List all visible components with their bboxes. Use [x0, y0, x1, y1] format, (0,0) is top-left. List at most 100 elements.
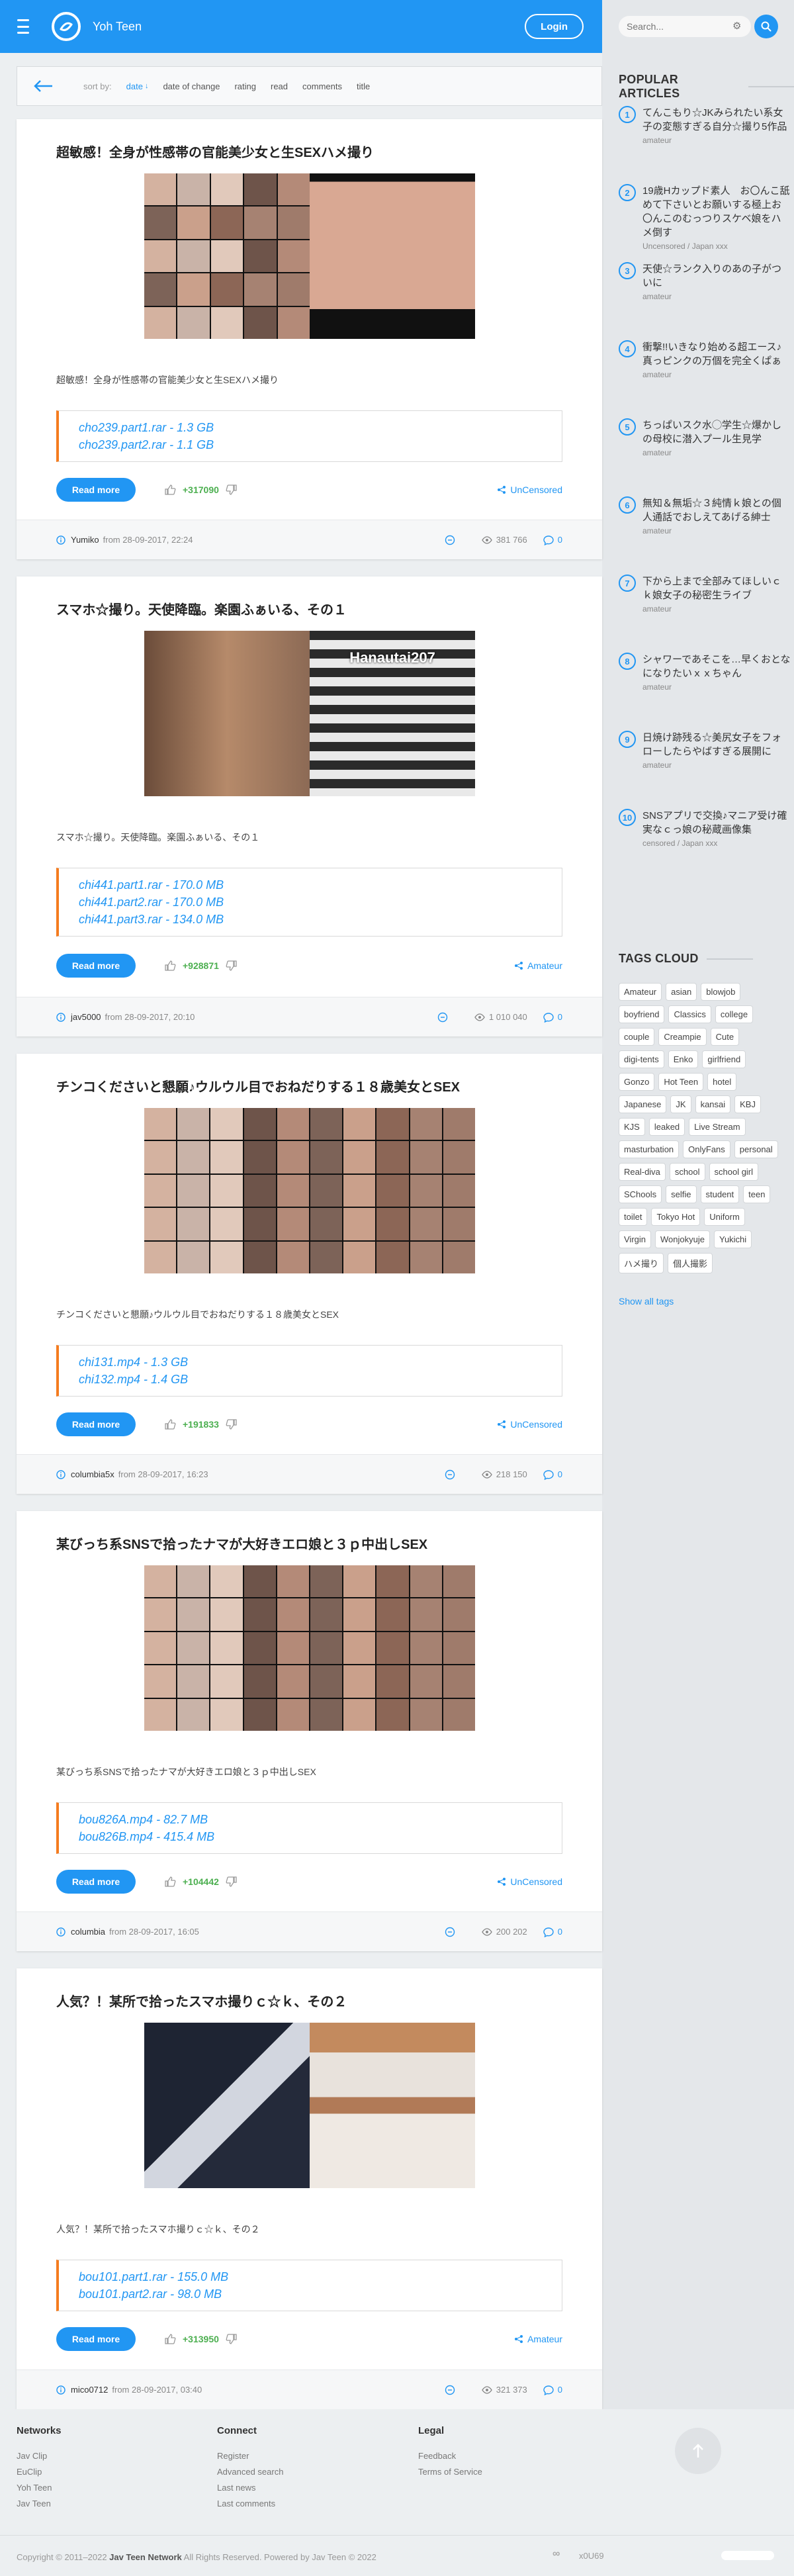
footer-link[interactable]: Yoh Teen	[17, 2480, 62, 2496]
footer-link[interactable]: Register	[217, 2448, 283, 2464]
popular-article-category[interactable]: amateur	[642, 526, 791, 535]
popular-article-title[interactable]: 天使☆ランク入りのあの子がついに	[642, 262, 791, 290]
popular-article-title[interactable]: 日焼け跡残る☆美尻女子をフォローしたらやばすぎる展開に	[642, 731, 791, 759]
popular-article-item[interactable]: 3 天使☆ランク入りのあの子がついに amateur	[619, 262, 791, 340]
thumbs-down-icon[interactable]	[226, 960, 238, 972]
read-more-button[interactable]: Read more	[56, 2327, 136, 2351]
sort-read[interactable]: read	[271, 81, 288, 91]
file-link[interactable]: chi131.mp4 - 1.3 GB	[79, 1354, 542, 1371]
footer-link[interactable]: Last news	[217, 2480, 283, 2496]
author-link[interactable]: mico0712	[71, 2385, 108, 2395]
sort-title[interactable]: title	[357, 81, 370, 91]
thumbs-up-icon[interactable]	[164, 960, 176, 972]
tag-chip[interactable]: KJS	[619, 1118, 645, 1136]
popular-article-item[interactable]: 4 衝撃!!いきなり始める超エース♪真っピンクの万個を完全くぱぁ amateur	[619, 340, 791, 418]
tag-chip[interactable]: OnlyFans	[683, 1140, 730, 1158]
thumbs-down-icon[interactable]	[226, 484, 238, 496]
footer-link[interactable]: Feedback	[418, 2448, 482, 2464]
minus-circle-icon[interactable]	[437, 1012, 448, 1023]
article-title[interactable]: スマホ☆撮り。天使降臨。楽園ふぁいる、その１	[56, 599, 347, 618]
popular-article-item[interactable]: 1 てんこもり☆JKみられたい系女子の変態すぎる自分☆撮り5作品 amateur	[619, 106, 791, 184]
article-image[interactable]	[144, 2023, 475, 2188]
popular-article-title[interactable]: 衝撃!!いきなり始める超エース♪真っピンクの万個を完全くぱぁ	[642, 340, 791, 368]
sort-rating[interactable]: rating	[234, 81, 256, 91]
sort-comments[interactable]: comments	[302, 81, 342, 91]
article-title[interactable]: 人気？！某所で拾ったスマホ撮りｃ☆ｋ、その２	[56, 1991, 347, 2010]
popular-article-title[interactable]: 下から上まで全部みてほしいｃｋ娘女子の秘密生ライブ	[642, 575, 791, 602]
tag-chip[interactable]: school girl	[709, 1163, 759, 1181]
popular-article-title[interactable]: 無知＆無垢☆３純情ｋ娘との個人通話でおしえてあげる紳士	[642, 496, 791, 524]
tag-chip[interactable]: teen	[743, 1185, 771, 1203]
popular-article-item[interactable]: 6 無知＆無垢☆３純情ｋ娘との個人通話でおしえてあげる紳士 amateur	[619, 496, 791, 575]
tag-chip[interactable]: Amateur	[619, 983, 662, 1001]
tag-chip[interactable]: blowjob	[701, 983, 741, 1001]
file-link[interactable]: chi441.part3.rar - 134.0 MB	[79, 911, 542, 928]
popular-article-category[interactable]: censored / Japan xxx	[642, 839, 791, 848]
thumbs-down-icon[interactable]	[226, 2333, 238, 2345]
tag-chip[interactable]: KBJ	[734, 1095, 761, 1113]
popular-article-item[interactable]: 7 下から上まで全部みてほしいｃｋ娘女子の秘密生ライブ amateur	[619, 575, 791, 653]
comment-icon[interactable]	[543, 2385, 554, 2395]
tag-chip[interactable]: Virgin	[619, 1230, 652, 1248]
article-title[interactable]: チンコくださいと懇願♪ウルウル目でおねだりする１８歳美女とSEX	[56, 1076, 460, 1095]
article-category-link[interactable]: UnCensored	[497, 1870, 562, 1894]
sort-direction-icon[interactable]: ↓	[145, 82, 149, 90]
minus-circle-icon[interactable]	[445, 1469, 455, 1480]
comment-count[interactable]: 0	[558, 1012, 562, 1022]
comment-icon[interactable]	[543, 1469, 554, 1480]
tag-chip[interactable]: Live Stream	[689, 1118, 746, 1136]
footer-link[interactable]: Jav Clip	[17, 2448, 62, 2464]
author-link[interactable]: jav5000	[71, 1012, 101, 1022]
popular-article-item[interactable]: 9 日焼け跡残る☆美尻女子をフォローしたらやばすぎる展開に amateur	[619, 731, 791, 809]
popular-article-title[interactable]: 19歳Hカップド素人 お〇んこ舐めて下さいとお願いする極上お〇んこのむっつりスケ…	[642, 184, 791, 240]
tag-chip[interactable]: Classics	[668, 1005, 711, 1023]
tag-chip[interactable]: digi-tents	[619, 1050, 664, 1068]
article-category-link[interactable]: Amateur	[514, 2327, 562, 2351]
popular-article-category[interactable]: amateur	[642, 136, 791, 145]
tag-chip[interactable]: personal	[734, 1140, 778, 1158]
tag-chip[interactable]: Real-diva	[619, 1163, 666, 1181]
comment-icon[interactable]	[543, 535, 554, 545]
tag-chip[interactable]: girlfriend	[702, 1050, 746, 1068]
comment-icon[interactable]	[543, 1012, 554, 1023]
minus-circle-icon[interactable]	[445, 1927, 455, 1937]
tag-chip[interactable]: Uniform	[704, 1208, 745, 1226]
popular-article-category[interactable]: amateur	[642, 682, 791, 692]
footer-link[interactable]: Terms of Service	[418, 2464, 482, 2480]
comment-count[interactable]: 0	[558, 1469, 562, 1479]
popular-article-item[interactable]: 2 19歳Hカップド素人 お〇んこ舐めて下さいとお願いする極上お〇んこのむっつりス…	[619, 184, 791, 262]
tag-chip[interactable]: student	[700, 1185, 740, 1203]
popular-article-category[interactable]: amateur	[642, 760, 791, 770]
tag-chip[interactable]: Yukichi	[713, 1230, 752, 1248]
article-category-link[interactable]: UnCensored	[497, 478, 562, 502]
read-more-button[interactable]: Read more	[56, 954, 136, 978]
author-link[interactable]: Yumiko	[71, 535, 99, 545]
popular-article-title[interactable]: SNSアプリで交換♪マニア受け確実なｃっ娘の秘蔵画像集	[642, 809, 791, 837]
scroll-to-top-button[interactable]	[675, 2428, 721, 2474]
popular-article-category[interactable]: amateur	[642, 292, 791, 301]
comment-count[interactable]: 0	[558, 535, 562, 545]
show-all-tags-link[interactable]: Show all tags	[619, 1296, 674, 1307]
popular-article-category[interactable]: amateur	[642, 448, 791, 457]
site-logo-icon[interactable]	[52, 12, 81, 41]
thumbs-down-icon[interactable]	[226, 1418, 238, 1430]
file-link[interactable]: bou101.part2.rar - 98.0 MB	[79, 2285, 542, 2303]
menu-icon[interactable]	[17, 19, 36, 34]
popular-article-category[interactable]: Uncensored / Japan xxx	[642, 242, 791, 251]
file-link[interactable]: cho239.part2.rar - 1.1 GB	[79, 436, 542, 453]
thumbs-up-icon[interactable]	[164, 1876, 176, 1888]
comment-count[interactable]: 0	[558, 2385, 562, 2395]
tag-chip[interactable]: hotel	[707, 1073, 737, 1091]
thumbs-up-icon[interactable]	[164, 484, 176, 496]
tag-chip[interactable]: couple	[619, 1028, 655, 1046]
tag-chip[interactable]: Japanese	[619, 1095, 667, 1113]
file-link[interactable]: bou826A.mp4 - 82.7 MB	[79, 1811, 542, 1828]
tag-chip[interactable]: Enko	[668, 1050, 699, 1068]
login-button[interactable]: Login	[525, 14, 584, 39]
file-link[interactable]: bou826B.mp4 - 415.4 MB	[79, 1828, 542, 1845]
footer-link[interactable]: EuClip	[17, 2464, 62, 2480]
tag-chip[interactable]: asian	[666, 983, 697, 1001]
tag-chip[interactable]: Tokyo Hot	[651, 1208, 701, 1226]
article-title[interactable]: 某びっち系SNSで拾ったナマが大好きエロ娘と３ｐ中出しSEX	[56, 1534, 427, 1553]
minus-circle-icon[interactable]	[445, 535, 455, 545]
